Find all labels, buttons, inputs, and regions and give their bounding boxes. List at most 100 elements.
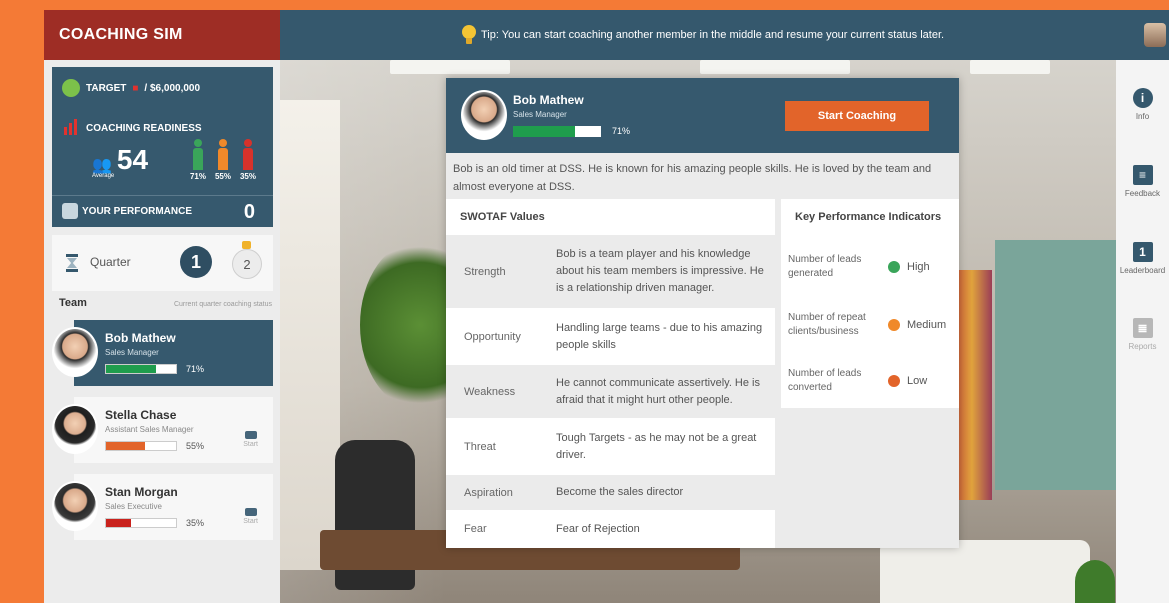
target-value: / $6,000,000 [144,82,201,94]
avatar [461,90,507,140]
team-heading: Team [59,297,87,309]
member-name: Stella Chase [105,408,177,422]
start-coaching-button[interactable]: Start Coaching [785,101,929,131]
status-dot-icon [888,319,900,331]
member-progress-bar [105,518,177,528]
next-quarter-badge: 2 [232,249,262,279]
kpi-label: Number of leads converted [788,368,862,393]
swotaf-key: Opportunity [464,330,521,343]
stats-panel: TARGET ■ / $6,000,000 COACHING READINESS… [52,67,273,227]
swotaf-value: Tough Targets - as he may not be a great… [556,431,757,461]
team-member-stan-morgan[interactable]: Stan Morgan Sales Executive 35% Start [52,474,273,540]
left-sidebar: TARGET ■ / $6,000,000 COACHING READINESS… [44,60,280,603]
leaderboard-button[interactable]: 1 Leaderboard [1116,242,1169,275]
member-progress-bar [105,441,177,451]
member-role: Sales Manager [105,348,159,357]
feedback-icon: ≡ [1132,165,1153,185]
info-icon: i [1132,88,1153,108]
swotaf-value: Handling large teams - due to his amazin… [556,321,763,351]
figure-pct: 71% [189,172,206,181]
performance-icon [62,203,78,219]
swotaf-value: Become the sales director [556,486,684,498]
lock-icon [242,241,251,249]
table-row: Threat Tough Targets - as he may not be … [446,418,775,475]
brand-title: COACHING SIM [44,10,280,60]
card-member-name: Bob Mathew [513,93,584,107]
average-value: 54 [116,144,149,175]
member-progress-pct: 71% [186,364,205,374]
table-row: Aspiration Become the sales director [446,475,775,510]
member-progress-bar [105,364,177,374]
corner-plant [1075,560,1115,603]
kpi-panel: Key Performance Indicators Number of lea… [781,199,959,408]
performance-row: YOUR PERFORMANCE 0 [52,195,273,227]
status-dot-icon [888,375,900,387]
reports-button[interactable]: ≣ Reports [1116,318,1169,351]
kpi-row: Number of leads generated High [788,247,958,287]
person-icon [219,139,227,147]
swotaf-key: Fear [464,523,487,535]
performance-label: YOUR PERFORMANCE [82,206,193,217]
lightbulb-icon [462,25,476,45]
hourglass-icon [66,254,78,272]
team-member-stella-chase[interactable]: Stella Chase Assistant Sales Manager 55%… [52,397,273,463]
wall-shelf [995,240,1116,490]
team-member-bob-mathew[interactable]: Bob Mathew Sales Manager 71% [52,320,273,386]
member-detail-card: Bob Mathew Sales Manager 71% Start Coach… [446,78,959,548]
figure-pct: 55% [214,172,231,181]
start-icon [244,431,257,439]
tip-text: Tip: You can start coaching another memb… [481,29,945,41]
member-role: Assistant Sales Manager [105,425,194,434]
swotaf-key: Weakness [464,385,516,398]
member-role: Sales Executive [105,502,162,511]
info-label: Info [1135,112,1150,121]
team-subtitle: Current quarter coaching status [173,301,272,308]
top-bar: COACHING SIM Tip: You can start coaching… [44,10,1169,60]
card-header: Bob Mathew Sales Manager 71% Start Coach… [446,78,959,153]
right-sidebar: i Info ≡ Feedback 1 Leaderboard ≣ Report… [1116,60,1169,603]
kpi-label: Number of leads generated [788,254,862,279]
kpi-value: Low [907,375,928,387]
quarter-panel: Quarter 1 2 [52,235,273,291]
avatar [52,481,98,531]
start-icon [244,508,257,516]
people-icon: 👥 [92,157,112,174]
figure-high: 71% [189,139,207,181]
kpi-row: Number of leads converted Low [788,361,958,401]
kpi-label: Number of repeat clients/business [788,312,866,337]
readiness-icon [62,119,80,137]
start-coaching-button[interactable]: Start [243,508,258,525]
swotaf-table: SWOTAF Values Strength Bob is a team pla… [446,199,775,548]
target-row: TARGET ■ / $6,000,000 [62,79,200,97]
info-button[interactable]: i Info [1116,88,1169,121]
swotaf-header: SWOTAF Values [460,211,545,223]
readiness-figures: 71% 55% 35% [189,139,257,181]
member-progress-pct: 55% [186,441,205,451]
avatar [52,327,98,377]
start-label: Start [243,518,258,525]
user-avatar[interactable] [1144,23,1166,47]
ceiling-light [700,60,850,74]
person-icon [194,139,202,147]
ceiling-light [390,60,510,74]
kpi-panel-empty [781,408,959,548]
figure-medium: 55% [214,139,232,181]
quarter-label: Quarter [90,255,131,269]
card-member-role: Sales Manager [513,110,567,119]
sofa [880,540,1090,603]
swotaf-key: Threat [464,440,496,453]
table-row: Opportunity Handling large teams - due t… [446,308,775,365]
feedback-button[interactable]: ≡ Feedback [1116,165,1169,198]
target-icon [62,79,80,97]
average-readiness: 👥 54 Average [92,144,149,180]
table-row: Strength Bob is a team player and his kn… [446,235,775,308]
swotaf-value: Bob is a team player and his knowledge a… [556,248,764,294]
card-progress-pct: 71% [612,126,631,136]
tip-banner: Tip: You can start coaching another memb… [462,10,944,60]
table-row: Weakness He cannot communicate assertive… [446,365,775,418]
reports-label: Reports [1128,342,1157,351]
start-coaching-button[interactable]: Start [243,431,258,448]
leaderboard-icon: 1 [1132,242,1153,262]
kpi-value: Medium [907,319,947,331]
swotaf-value: He cannot communicate assertively. He is… [556,376,760,406]
